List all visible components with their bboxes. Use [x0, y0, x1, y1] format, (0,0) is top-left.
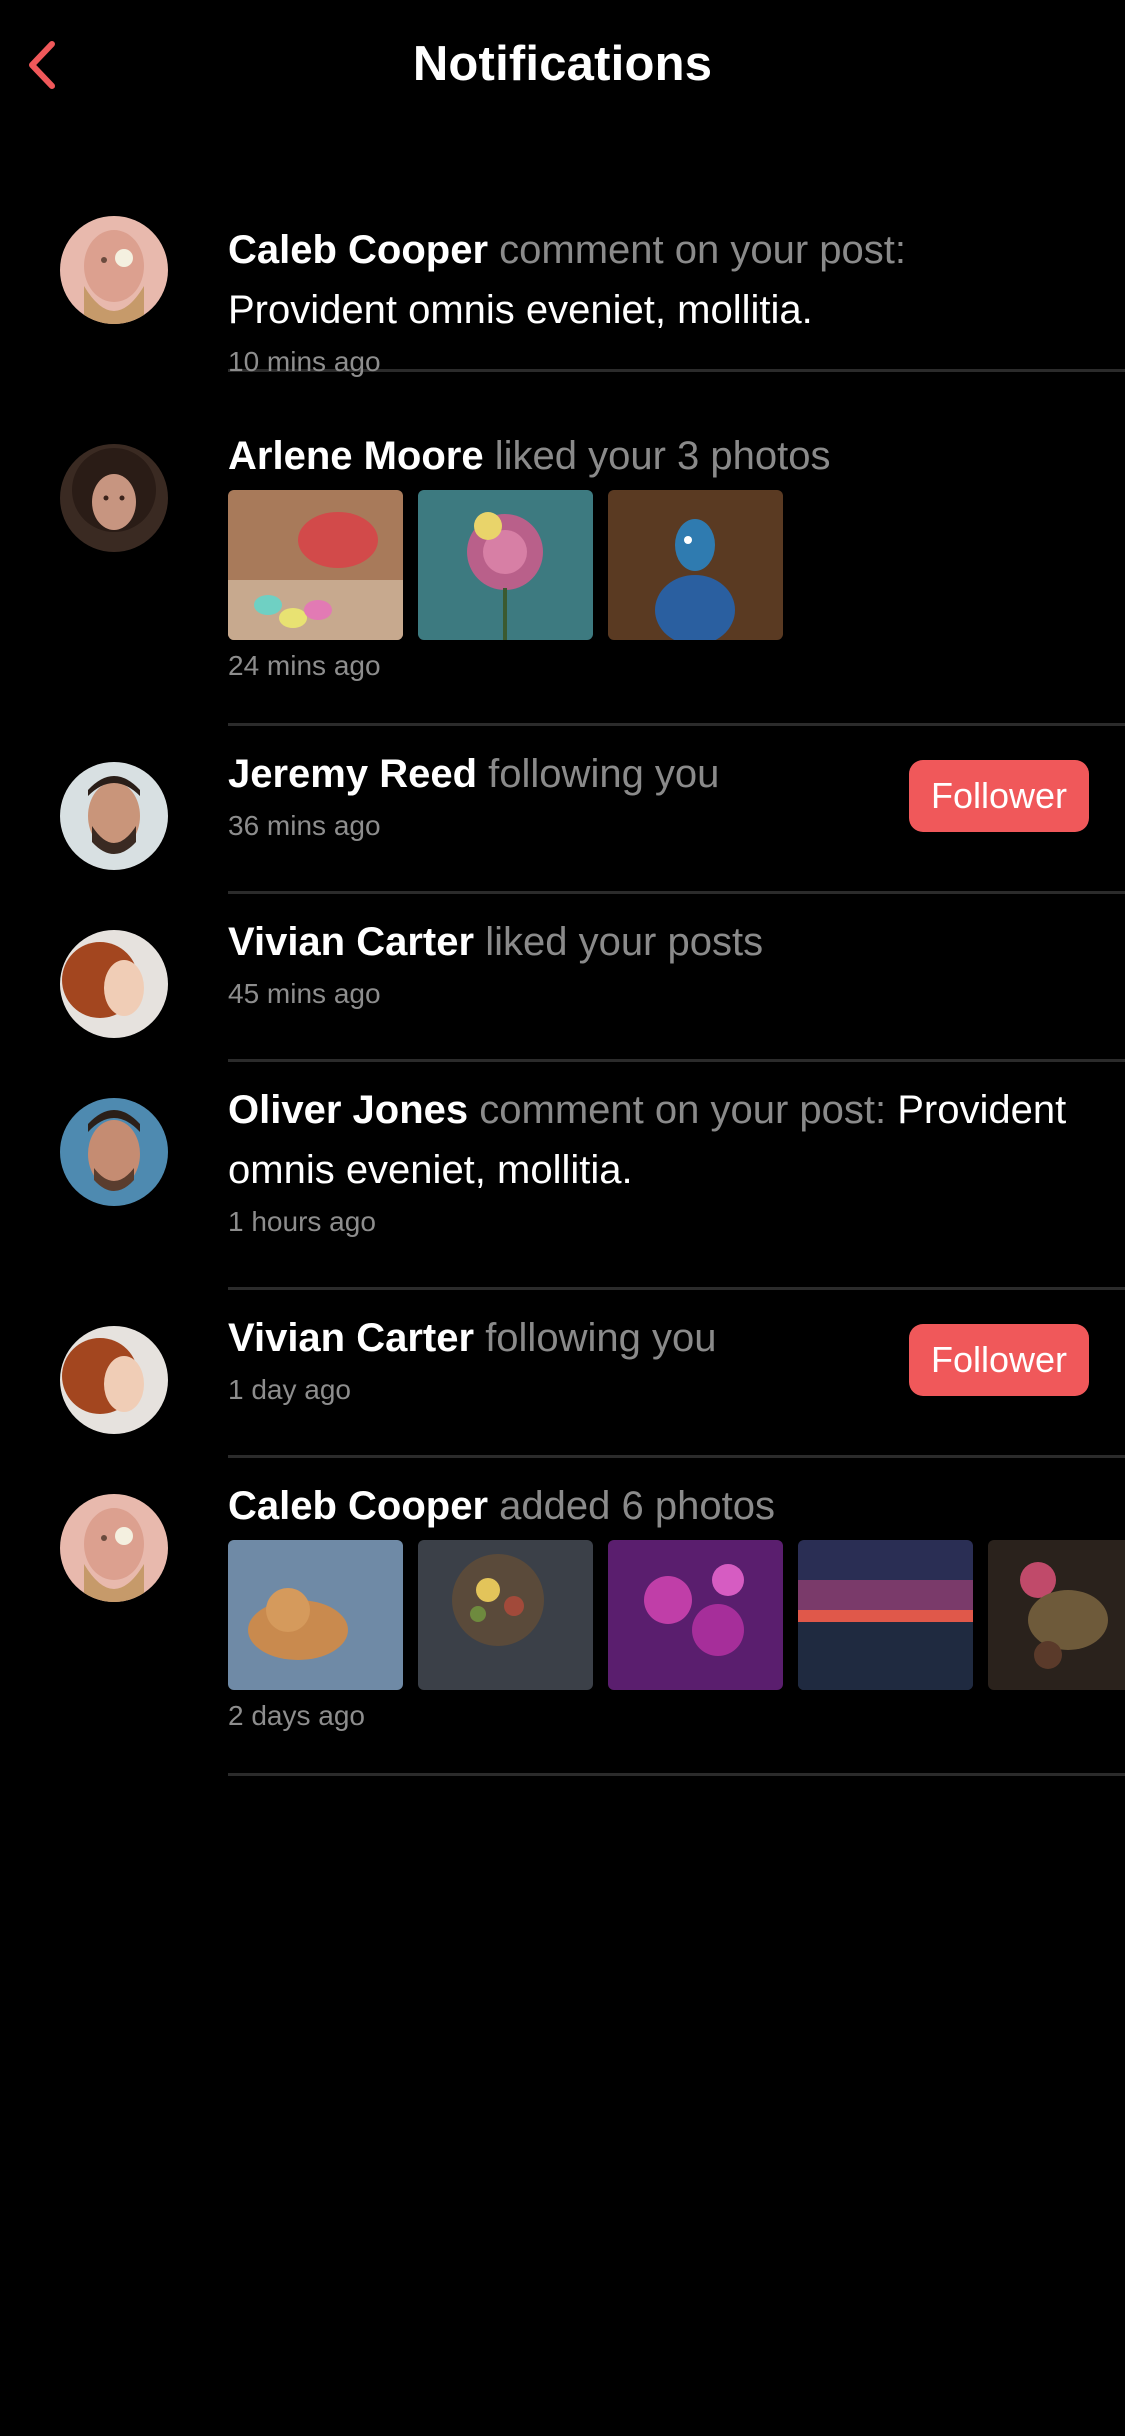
- notification-item[interactable]: Arlene Moore liked your 3 photos 24 mins…: [0, 408, 1125, 726]
- user-name[interactable]: Caleb Cooper: [228, 228, 488, 272]
- user-name[interactable]: Vivian Carter: [228, 920, 474, 964]
- user-name[interactable]: Jeremy Reed: [228, 752, 477, 796]
- notification-item[interactable]: Caleb Cooper added 6 photos 2 days ago: [0, 1458, 1125, 1776]
- cat-photo[interactable]: [228, 1540, 403, 1690]
- notification-item[interactable]: Jeremy Reed following you 36 mins ago Fo…: [0, 726, 1125, 894]
- avatar[interactable]: [60, 762, 168, 870]
- timestamp: 24 mins ago: [228, 650, 381, 681]
- notification-item[interactable]: Vivian Carter following you 1 day ago Fo…: [0, 1290, 1125, 1458]
- user-name[interactable]: Caleb Cooper: [228, 1484, 488, 1528]
- notification-item[interactable]: Caleb Cooper comment on your post: Provi…: [0, 180, 1125, 408]
- action-text: comment on your post:: [479, 1088, 887, 1132]
- avatar[interactable]: [60, 444, 168, 552]
- avatar[interactable]: [60, 1098, 168, 1206]
- follower-button[interactable]: Follower: [909, 760, 1089, 832]
- rose-photo[interactable]: [418, 490, 593, 640]
- timestamp: 10 mins ago: [228, 346, 381, 377]
- timestamp: 45 mins ago: [228, 978, 381, 1009]
- food-bowl-photo[interactable]: [418, 1540, 593, 1690]
- action-text: liked your posts: [485, 920, 764, 964]
- comment-text: Provident omnis eveniet, mollitia.: [228, 288, 813, 332]
- sunset-photo[interactable]: [798, 1540, 973, 1690]
- follower-button[interactable]: Follower: [909, 1324, 1089, 1396]
- notification-item[interactable]: Oliver Jones comment on your post: Provi…: [0, 1062, 1125, 1290]
- timestamp: 2 days ago: [228, 1700, 365, 1731]
- avatar[interactable]: [60, 1326, 168, 1434]
- photo-strip: [228, 1540, 1125, 1690]
- macarons-photo[interactable]: [228, 490, 403, 640]
- notification-item[interactable]: Vivian Carter liked your posts 45 mins a…: [0, 894, 1125, 1062]
- purple-flowers-photo[interactable]: [608, 1540, 783, 1690]
- avatar[interactable]: [60, 1494, 168, 1602]
- action-text: liked your 3 photos: [494, 434, 831, 478]
- action-text: following you: [488, 752, 720, 796]
- action-text: added 6 photos: [499, 1484, 775, 1528]
- avatar[interactable]: [60, 216, 168, 324]
- avatar[interactable]: [60, 930, 168, 1038]
- peacock-photo[interactable]: [608, 490, 783, 640]
- page-title: Notifications: [412, 37, 713, 91]
- photo-strip: [228, 490, 1125, 640]
- timestamp: 1 hours ago: [228, 1206, 376, 1237]
- header-bar: Notifications: [0, 0, 1125, 132]
- user-name[interactable]: Oliver Jones: [228, 1088, 468, 1132]
- notification-list: Caleb Cooper comment on your post: Provi…: [0, 180, 1125, 1776]
- user-name[interactable]: Arlene Moore: [228, 434, 484, 478]
- user-name[interactable]: Vivian Carter: [228, 1316, 474, 1360]
- action-text: following you: [485, 1316, 717, 1360]
- action-text: comment on your post:: [499, 228, 907, 272]
- chocolates-photo[interactable]: [988, 1540, 1125, 1690]
